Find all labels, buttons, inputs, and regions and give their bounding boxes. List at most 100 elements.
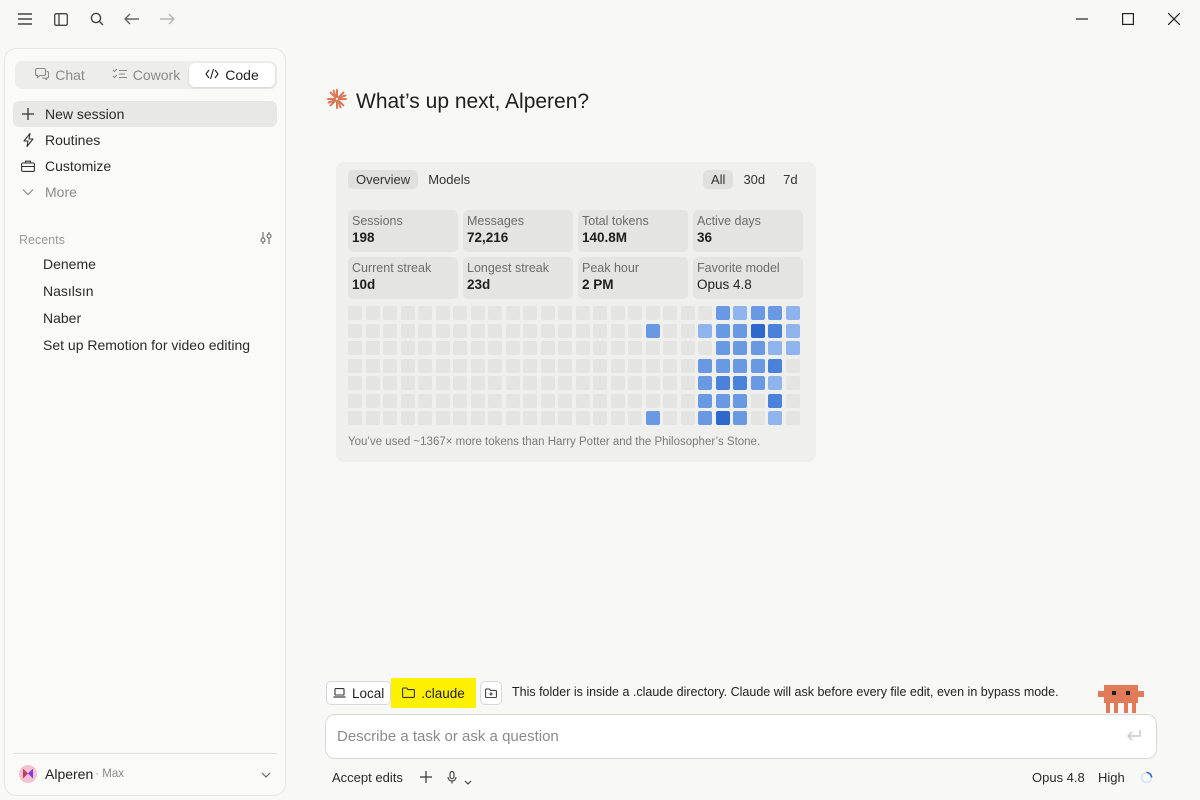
maximize-icon[interactable] (1115, 6, 1141, 32)
sidebar-toggle-icon[interactable] (50, 8, 72, 30)
tab-models[interactable]: Models (420, 170, 478, 189)
close-icon[interactable] (1161, 6, 1187, 32)
minimize-icon[interactable] (1069, 6, 1095, 32)
sidebar-item-routines[interactable]: Routines (13, 127, 277, 153)
model-selector[interactable]: Opus 4.8 (1032, 770, 1085, 785)
filter-sliders-icon[interactable] (259, 231, 273, 248)
heatmap-cell (418, 306, 432, 320)
heatmap-cell (470, 358, 485, 373)
heatmap-cell (400, 341, 415, 355)
heatmap-cell (768, 411, 782, 425)
folder-chip[interactable]: .claude (391, 678, 476, 708)
heatmap-cell (365, 306, 380, 320)
heatmap-cell (365, 323, 380, 338)
environment-chip[interactable]: Local (326, 681, 392, 705)
stat-longest-streak: Longest streak 23d (463, 257, 573, 299)
heatmap-cell (645, 306, 660, 320)
claude-spark-icon (326, 88, 348, 116)
recent-item[interactable]: Naber (43, 310, 81, 326)
stat-active-days: Active days 36 (693, 210, 803, 252)
routines-label: Routines (45, 132, 101, 148)
heatmap-cell (785, 341, 800, 355)
heatmap-cell (680, 341, 695, 355)
chevron-down-icon[interactable] (464, 774, 472, 789)
new-session-button[interactable]: New session (13, 101, 277, 127)
recent-item[interactable]: Deneme (43, 256, 96, 272)
heatmap-cell (610, 358, 625, 373)
heatmap-cell (505, 323, 520, 338)
enter-return-icon[interactable] (1126, 729, 1142, 745)
tab-overview[interactable]: Overview (348, 170, 419, 189)
add-folder-button[interactable] (479, 681, 502, 705)
range-7d[interactable]: 7d (775, 170, 805, 189)
permission-mode-button[interactable]: Accept edits (332, 770, 403, 785)
plus-icon[interactable] (420, 771, 432, 786)
folder-icon (402, 686, 416, 701)
usage-footnote: You’ve used ~1367× more tokens than Harr… (348, 436, 761, 448)
heatmap-cell (733, 358, 747, 373)
heatmap-cell (715, 341, 730, 355)
heatmap-cell (593, 376, 607, 390)
prompt-composer[interactable]: Describe a task or ask a question (325, 714, 1157, 759)
sidebar: Chat Cowork Code New session Routines Cu… (4, 48, 286, 796)
stat-value: 2 PM (582, 277, 614, 292)
recent-item[interactable]: Set up Remotion for video editing (43, 337, 250, 353)
heatmap-cell (698, 306, 712, 320)
prompt-placeholder[interactable]: Describe a task or ask a question (337, 728, 559, 745)
heatmap-cell (628, 306, 642, 320)
heatmap-cell (348, 376, 362, 390)
heatmap-cell (540, 341, 555, 355)
heatmap-cell (698, 411, 712, 425)
search-icon[interactable] (86, 8, 108, 30)
sidebar-item-more[interactable]: More (13, 179, 277, 205)
range-30d[interactable]: 30d (735, 170, 773, 189)
heatmap-cell (540, 376, 555, 390)
heatmap-cell (715, 358, 730, 373)
heatmap-cell (628, 358, 642, 373)
heatmap-cell (628, 376, 642, 390)
microphone-icon[interactable] (447, 771, 457, 787)
heatmap-cell (540, 323, 555, 338)
heatmap-cell (453, 341, 467, 355)
heatmap-cell (750, 323, 765, 338)
heatmap-cell (663, 411, 677, 425)
stat-value: 36 (697, 230, 713, 245)
recent-item[interactable]: Nasılsın (43, 283, 94, 299)
stat-value: 198 (352, 230, 375, 245)
heatmap-cell (470, 341, 485, 355)
tab-code[interactable]: Code (189, 63, 275, 87)
heatmap-cell (593, 411, 607, 425)
plus-icon (21, 107, 35, 121)
stat-label: Sessions (352, 214, 403, 228)
heatmap-cell (750, 358, 765, 373)
heatmap-cell (365, 393, 380, 408)
heatmap-cell (558, 341, 572, 355)
lightning-icon (21, 133, 35, 147)
heatmap-cell (365, 358, 380, 373)
heatmap-cell (470, 376, 485, 390)
heatmap-cell (663, 323, 677, 338)
heatmap-cell (453, 393, 467, 408)
forward-arrow-icon[interactable] (156, 8, 178, 30)
sidebar-item-customize[interactable]: Customize (13, 153, 277, 179)
tab-cowork[interactable]: Cowork (103, 63, 189, 87)
menu-icon[interactable] (14, 8, 36, 30)
heatmap-cell (348, 341, 362, 355)
heatmap-cell (663, 341, 677, 355)
heatmap-cell (645, 376, 660, 390)
heatmap-cell (698, 341, 712, 355)
user-menu[interactable]: Alperen · Max (13, 753, 277, 793)
range-all[interactable]: All (703, 170, 734, 189)
activity-heatmap (348, 306, 804, 428)
effort-selector[interactable]: High (1098, 770, 1125, 785)
tab-chat[interactable]: Chat (17, 63, 103, 87)
stat-peak-hour: Peak hour 2 PM (578, 257, 688, 299)
heatmap-cell (540, 393, 555, 408)
customize-label: Customize (45, 158, 112, 174)
heatmap-cell (733, 341, 747, 355)
heatmap-cell (610, 376, 625, 390)
back-arrow-icon[interactable] (121, 8, 143, 30)
heatmap-cell (680, 358, 695, 373)
heatmap-cell (365, 411, 380, 425)
composer-bottom-bar: Accept edits Opus 4.8 High (332, 770, 1154, 788)
